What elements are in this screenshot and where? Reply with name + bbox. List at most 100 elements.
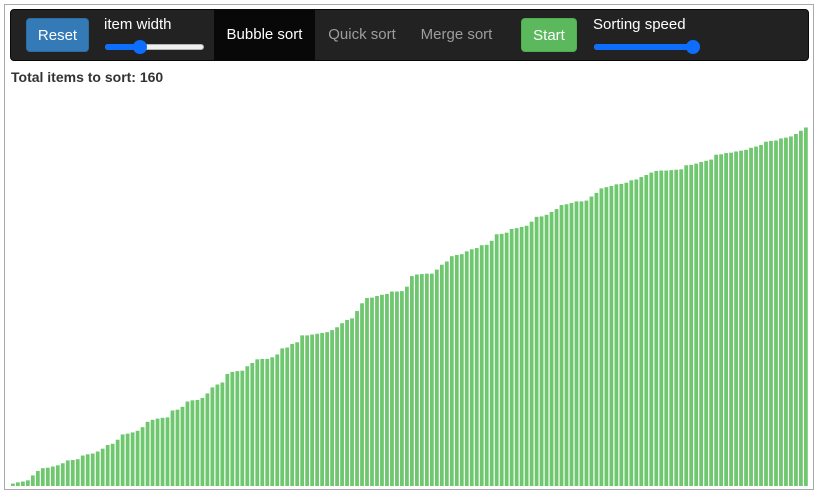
bar-92	[469, 249, 474, 486]
bar-28	[150, 419, 155, 486]
bar-96	[489, 240, 494, 486]
bar-133	[674, 169, 679, 487]
bar-56	[290, 343, 295, 486]
bar-9	[55, 465, 60, 486]
bar-3	[25, 480, 30, 486]
bar-157	[794, 134, 798, 486]
bar-98	[499, 233, 504, 486]
bar-61	[315, 333, 320, 486]
bar-147	[744, 149, 748, 486]
bar-63	[325, 332, 329, 486]
bar-101	[514, 228, 519, 486]
bar-103	[524, 225, 529, 486]
bar-124	[629, 180, 634, 486]
bar-34	[180, 406, 185, 486]
bar-38	[200, 397, 205, 486]
bar-29	[155, 418, 160, 486]
bar-22	[120, 434, 125, 486]
bar-139	[704, 160, 709, 487]
bar-100	[509, 229, 514, 486]
bar-64	[330, 330, 334, 486]
bar-73	[375, 295, 379, 486]
bar-146	[739, 150, 743, 486]
bar-87	[444, 261, 449, 486]
bar-45	[235, 371, 240, 486]
bar-138	[699, 162, 704, 486]
bar-129	[654, 170, 659, 486]
bar-113	[574, 201, 579, 486]
bar-144	[729, 152, 733, 487]
bar-122	[619, 183, 624, 486]
bar-95	[484, 244, 489, 486]
bar-151	[764, 141, 768, 486]
bar-17	[95, 451, 100, 486]
bar-150	[759, 144, 763, 486]
bar-41	[215, 384, 220, 486]
bar-134	[679, 169, 684, 486]
bar-116	[589, 196, 594, 486]
bar-5	[35, 470, 40, 486]
bar-142	[719, 154, 724, 487]
bar-66	[340, 323, 344, 486]
bar-51	[265, 358, 270, 486]
bar-104	[529, 221, 534, 486]
bar-57	[295, 342, 300, 486]
bar-55	[285, 347, 290, 486]
bar-107	[544, 214, 549, 487]
bar-140	[709, 159, 714, 486]
bar-81	[414, 274, 419, 486]
bar-11	[65, 460, 70, 486]
bar-27	[145, 421, 150, 486]
bar-115	[584, 200, 589, 486]
bar-158	[799, 130, 803, 486]
bar-48	[250, 362, 255, 486]
bar-46	[240, 370, 245, 486]
bar-91	[464, 251, 469, 486]
bar-82	[419, 274, 424, 486]
bar-152	[769, 140, 773, 486]
bar-chart	[11, 127, 808, 487]
bar-53	[275, 354, 280, 486]
bar-49	[255, 359, 260, 486]
bar-155	[784, 137, 788, 486]
bar-52	[270, 357, 275, 486]
bar-13	[75, 459, 80, 486]
bar-7	[45, 467, 50, 486]
bar-16	[90, 453, 95, 486]
bar-47	[245, 366, 250, 486]
bar-89	[454, 254, 459, 486]
bar-40	[210, 387, 215, 486]
bar-108	[549, 211, 554, 486]
bar-19	[105, 444, 110, 486]
bar-31	[165, 417, 170, 486]
bar-72	[370, 297, 374, 486]
bar-112	[569, 203, 574, 486]
bar-126	[639, 177, 644, 486]
bar-141	[714, 154, 719, 486]
bar-143	[724, 153, 728, 486]
bar-78	[400, 291, 404, 486]
bar-99	[504, 232, 509, 486]
bar-74	[380, 294, 384, 486]
bar-109	[554, 209, 559, 487]
bar-15	[85, 454, 90, 486]
bar-106	[539, 216, 544, 487]
bar-71	[365, 298, 369, 486]
bar-2	[20, 481, 25, 486]
bar-18	[100, 448, 105, 486]
bar-90	[459, 254, 464, 486]
bar-135	[684, 165, 689, 486]
bar-86	[439, 264, 444, 486]
bar-14	[80, 455, 85, 486]
bar-70	[360, 303, 364, 486]
bar-121	[614, 184, 619, 486]
bar-50	[260, 358, 265, 486]
bar-65	[335, 327, 339, 486]
bar-79	[405, 286, 409, 486]
bar-6	[40, 468, 45, 486]
bar-62	[320, 332, 325, 486]
bar-123	[624, 182, 629, 486]
bar-43	[225, 373, 230, 486]
bar-35	[185, 401, 190, 486]
bar-42	[220, 382, 225, 486]
